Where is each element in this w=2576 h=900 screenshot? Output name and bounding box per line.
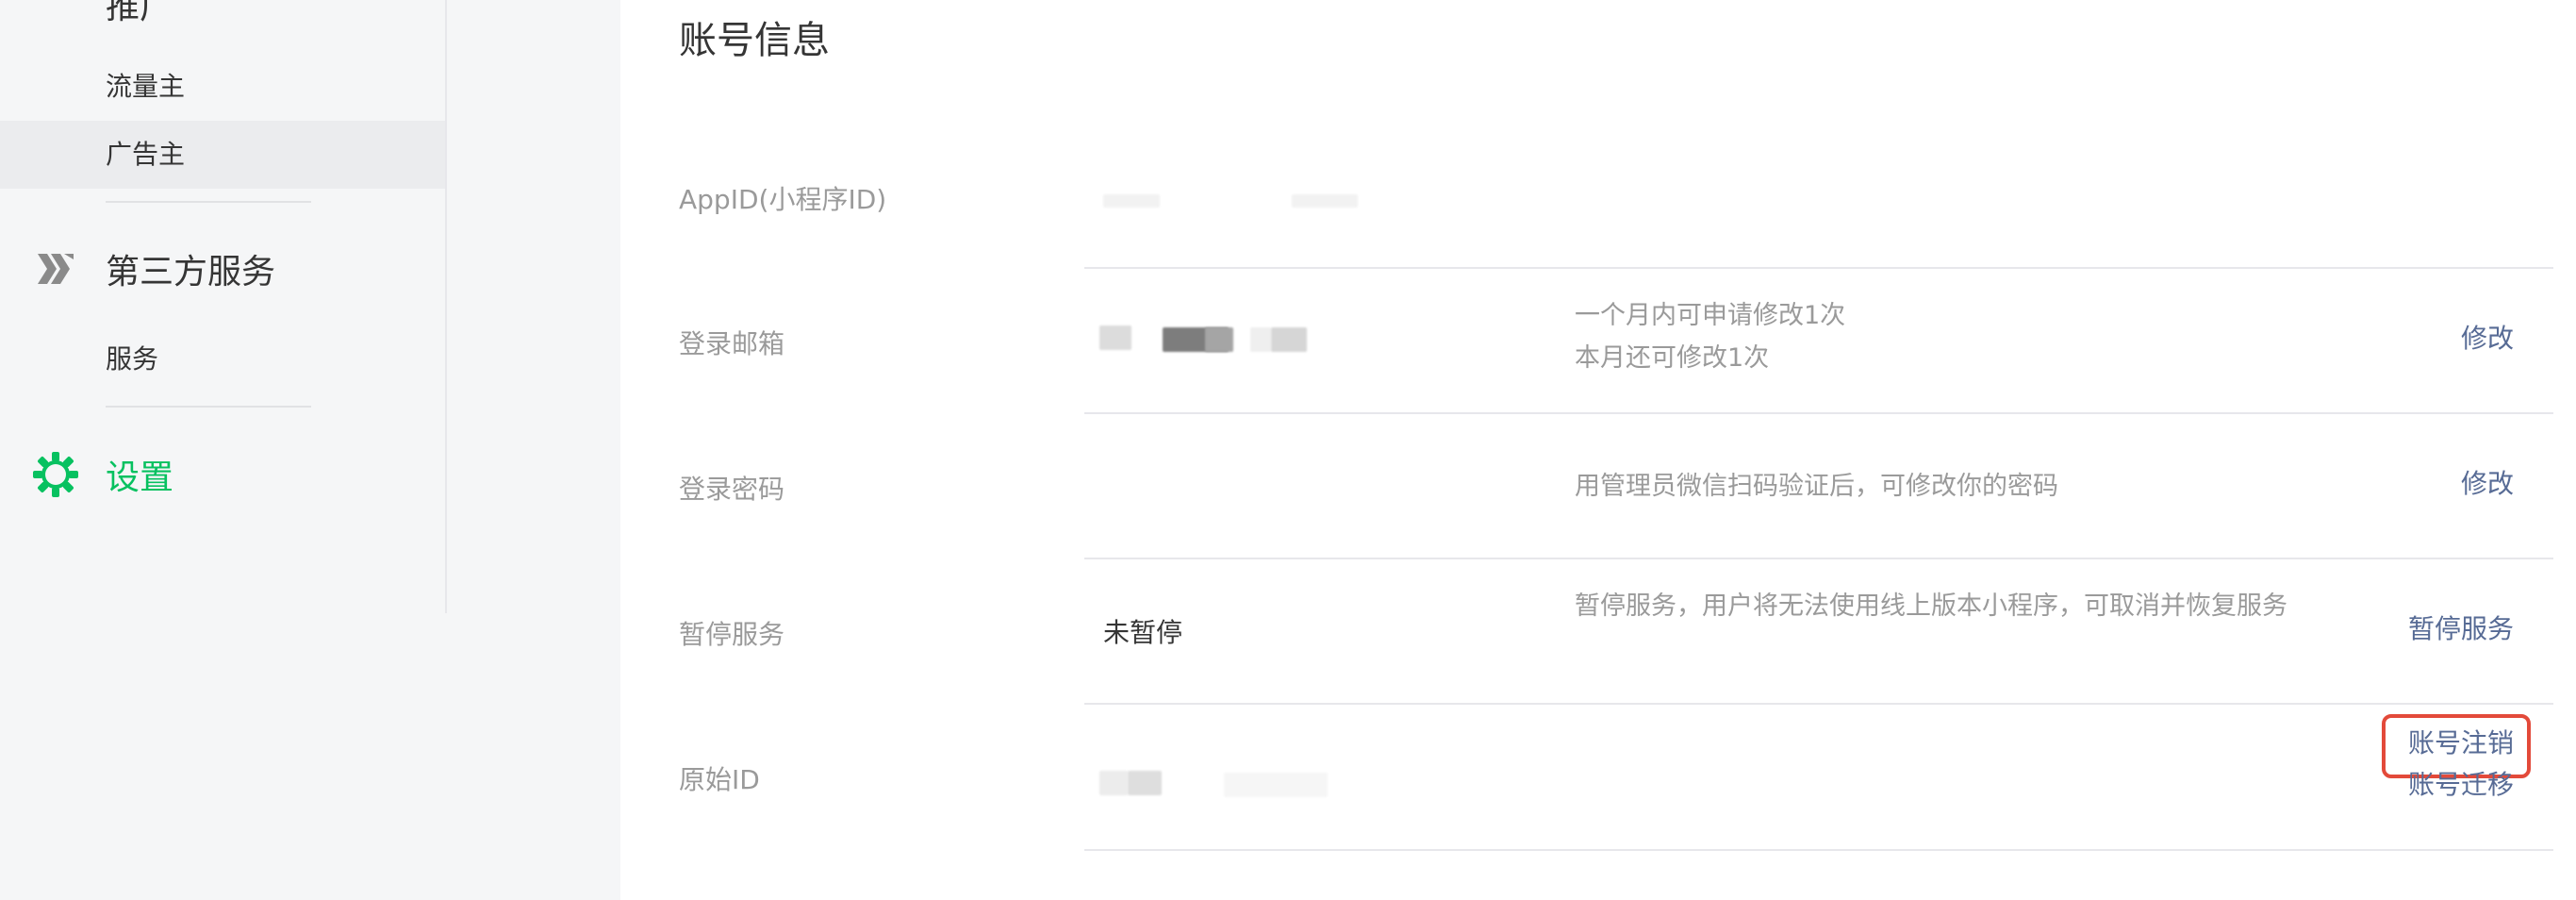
row-label: AppID(小程序ID) (679, 184, 887, 215)
redacted-value (1099, 771, 1128, 795)
row-divider (1084, 849, 2553, 851)
row-actions: 暂停服务 (2408, 608, 2514, 650)
row-actions: 账号注销 账号迁移 (2408, 723, 2514, 806)
info-row-login-password: 登录密码 用管理员微信扫码验证后，可修改你的密码 修改 (620, 414, 2553, 558)
suspend-status-value: 未暂停 (1103, 617, 1183, 648)
row-actions: 修改 (2461, 463, 2514, 505)
sidebar-item-label: 流量主 (106, 71, 186, 102)
description-line: 本月还可修改1次 (1575, 343, 1770, 373)
row-label: 原始ID (679, 764, 760, 795)
description-line: 一个月内可申请修改1次 (1575, 301, 1846, 330)
account-info-panel: 账号信息 AppID(小程序ID) 登录邮箱 一个月内可申请修改1次 本月还可修… (620, 0, 2576, 900)
sidebar-section-label: 设置 (106, 458, 174, 497)
sidebar: 推广 流量主 广告主 第三方服务 服务 设置 (0, 0, 447, 613)
sidebar-section-promotion[interactable]: 推广 (106, 0, 173, 28)
suspend-service-link[interactable]: 暂停服务 (2408, 608, 2514, 650)
redacted-value (1205, 327, 1233, 352)
sidebar-item-advertiser[interactable]: 广告主 (0, 121, 445, 189)
account-cancellation-link[interactable]: 账号注销 (2408, 723, 2514, 764)
info-row-original-id: 原始ID 账号注销 账号迁移 (620, 705, 2553, 850)
redacted-value (1292, 194, 1358, 208)
redacted-value (1224, 773, 1328, 797)
sidebar-section-third-party[interactable]: 第三方服务 (0, 236, 445, 302)
modify-email-link[interactable]: 修改 (2461, 318, 2514, 359)
third-party-service-icon (32, 245, 79, 292)
info-row-login-email: 登录邮箱 一个月内可申请修改1次 本月还可修改1次 修改 (620, 269, 2553, 412)
row-actions: 修改 (2461, 318, 2514, 359)
sidebar-divider (106, 201, 311, 203)
row-description: 一个月内可申请修改1次 本月还可修改1次 (1575, 294, 2301, 379)
row-label: 暂停服务 (679, 619, 785, 650)
page-title: 账号信息 (679, 19, 830, 62)
redacted-value (1103, 194, 1160, 208)
description-line: 用管理员微信扫码验证后，可修改你的密码 (1575, 472, 2058, 501)
row-description: 暂停服务，用户将无法使用线上版本小程序，可取消并恢复服务 (1575, 585, 2301, 627)
row-description: 用管理员微信扫码验证后，可修改你的密码 (1575, 465, 2301, 508)
sidebar-item-traffic-owner[interactable]: 流量主 (0, 53, 445, 121)
info-row-appid: AppID(小程序ID) (620, 142, 2553, 268)
page: 推广 流量主 广告主 第三方服务 服务 设置 账号信息 AppID(小程序ID)… (0, 0, 2576, 900)
sidebar-item-service[interactable]: 服务 (0, 325, 445, 393)
account-migration-link[interactable]: 账号迁移 (2408, 764, 2514, 806)
redacted-value (1099, 325, 1131, 350)
sidebar-section-settings[interactable]: 设置 (0, 442, 445, 508)
row-label: 登录密码 (679, 474, 785, 505)
redacted-value (1271, 327, 1307, 352)
row-label: 登录邮箱 (679, 328, 785, 359)
info-row-suspend-service: 暂停服务 未暂停 暂停服务，用户将无法使用线上版本小程序，可取消并恢复服务 暂停… (620, 559, 2553, 703)
sidebar-item-label: 服务 (106, 343, 159, 375)
description-line: 暂停服务，用户将无法使用线上版本小程序，可取消并恢复服务 (1575, 592, 2287, 621)
gear-icon (32, 451, 79, 498)
modify-password-link[interactable]: 修改 (2461, 463, 2514, 505)
promotion-icon (38, 0, 75, 9)
sidebar-section-label: 第三方服务 (106, 253, 276, 292)
sidebar-divider (106, 406, 311, 408)
redacted-value (1128, 771, 1162, 795)
redacted-value (1250, 327, 1271, 352)
sidebar-item-label: 广告主 (106, 139, 186, 170)
